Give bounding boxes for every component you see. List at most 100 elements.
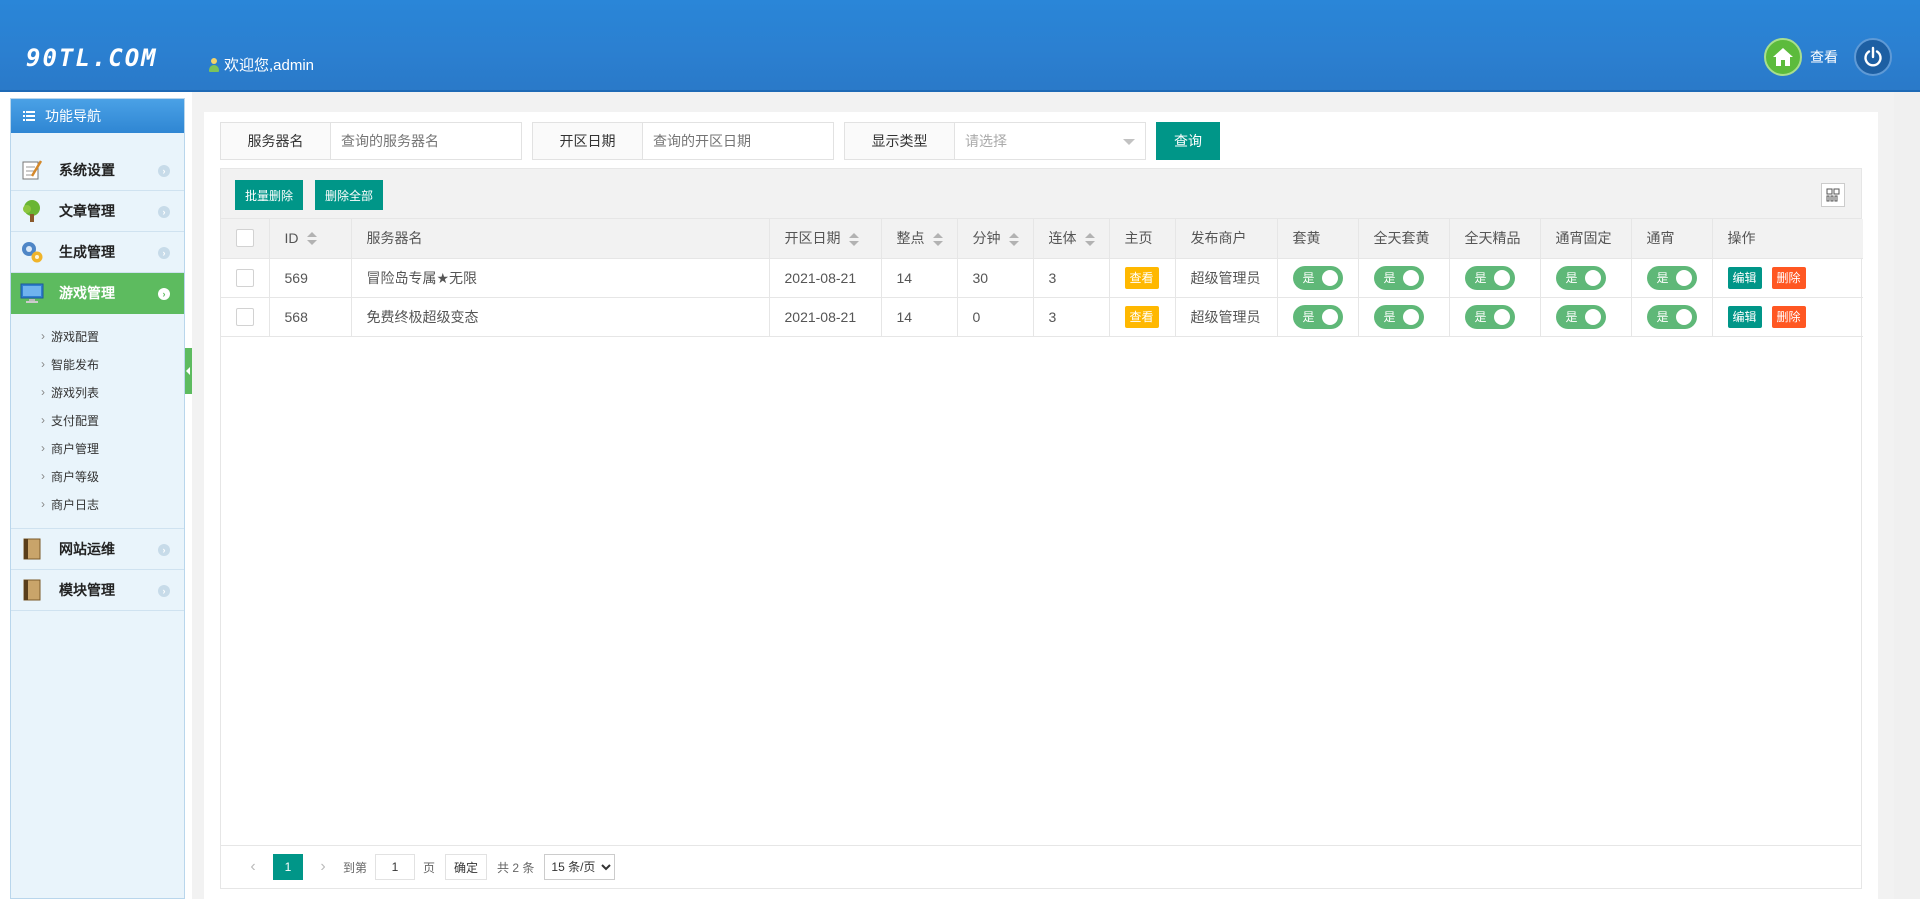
sidebar-item-article-management[interactable]: 文章管理 › [11, 191, 184, 232]
col-merchant: 发布商户 [1175, 219, 1278, 259]
batch-delete-button[interactable]: 批量删除 [235, 180, 304, 210]
col-id[interactable]: ID [269, 219, 352, 259]
display-type-label: 显示类型 [845, 123, 955, 159]
sort-icon[interactable] [932, 232, 943, 247]
goto-page-input[interactable] [375, 854, 416, 880]
col-overnight: 通宵 [1631, 219, 1713, 259]
cell-lianti: 3 [1033, 258, 1110, 298]
goto-label: 到第 [343, 860, 368, 875]
sidebar-item-label: 网站运维 [59, 541, 115, 557]
chevron-right-icon: › [158, 206, 170, 218]
taohuang-switch[interactable]: 是 [1292, 265, 1343, 290]
sidebar-item-label: 游戏管理 [59, 285, 115, 301]
col-allday-taohuang: 全天套黄 [1358, 219, 1450, 259]
cell-server-name: 冒险岛专属★无限 [351, 258, 770, 298]
delete-button[interactable]: 删除 [1771, 305, 1806, 328]
overnight-fixed-switch[interactable]: 是 [1555, 265, 1606, 290]
sidebar-item-label: 生成管理 [59, 244, 115, 260]
sort-icon[interactable] [306, 232, 317, 246]
server-name-input[interactable] [331, 123, 521, 159]
sidebar-item-site-ops[interactable]: 网站运维 › [11, 529, 184, 570]
edit-button[interactable]: 编辑 [1727, 266, 1762, 289]
home-icon [1773, 48, 1793, 66]
col-hour[interactable]: 整点 [881, 219, 958, 259]
table-toolbar: 批量删除 删除全部 [221, 169, 1861, 219]
page-scrollbar[interactable] [1894, 92, 1920, 899]
column-filter-button[interactable] [1821, 183, 1845, 207]
monitor-icon [19, 280, 45, 306]
cell-minute: 30 [957, 258, 1034, 298]
display-type-placeholder: 请选择 [965, 133, 1007, 149]
chevron-down-icon [1123, 139, 1135, 145]
home-button[interactable] [1764, 38, 1802, 76]
pagination: ‹ 1 › 到第 页 确定 共 2 条 15 条/页 [221, 845, 1861, 888]
allday-taohuang-switch[interactable]: 是 [1373, 265, 1424, 290]
cell-lianti: 3 [1033, 297, 1110, 337]
view-homepage-button[interactable]: 查看 [1124, 305, 1159, 328]
display-type-select[interactable]: 请选择 [955, 123, 1145, 159]
goto-confirm-button[interactable]: 确定 [445, 854, 488, 880]
allday-taohuang-switch[interactable]: 是 [1373, 304, 1424, 329]
cell-hour: 14 [881, 297, 958, 337]
book-icon [19, 577, 45, 603]
sidebar-subitem-payment-config[interactable]: 支付配置 [11, 406, 184, 434]
sort-icon[interactable] [1008, 232, 1019, 247]
cell-id: 568 [269, 297, 352, 337]
sidebar-subitem-merchant-management[interactable]: 商户管理 [11, 434, 184, 462]
prev-page-icon[interactable]: ‹ [243, 858, 263, 876]
cell-open-date: 2021-08-21 [769, 297, 882, 337]
top-header: 90TL.COM 欢迎您,admin 查看 [0, 0, 1920, 92]
sidebar-menu: 系统设置 › 文章管理 › 生成管理 › 游戏管理 › 游戏配置 智能发布 [11, 150, 184, 611]
sort-icon[interactable] [848, 232, 859, 247]
cell-server-name: 免费终极超级变态 [351, 297, 770, 337]
tree-icon [19, 198, 45, 224]
sidebar-item-label: 模块管理 [59, 582, 115, 598]
row-checkbox[interactable] [236, 268, 254, 287]
chevron-right-icon: › [158, 165, 170, 177]
sidebar-item-module-management[interactable]: 模块管理 › [11, 570, 184, 611]
content-panel: 服务器名 开区日期 显示类型 请选择 查询 批量删除 删除全部 [204, 112, 1878, 899]
sidebar-subitem-game-config[interactable]: 游戏配置 [11, 322, 184, 350]
col-minute[interactable]: 分钟 [957, 219, 1034, 259]
col-open-date[interactable]: 开区日期 [769, 219, 882, 259]
delete-all-button[interactable]: 删除全部 [315, 180, 384, 210]
allday-premium-switch[interactable]: 是 [1464, 304, 1515, 329]
chevron-right-icon: › [158, 544, 170, 556]
sidebar-subitem-merchant-level[interactable]: 商户等级 [11, 462, 184, 490]
page-size-select[interactable]: 15 条/页 [544, 854, 616, 880]
open-date-input[interactable] [643, 123, 833, 159]
allday-premium-switch[interactable]: 是 [1464, 265, 1515, 290]
row-checkbox[interactable] [236, 307, 254, 326]
delete-button[interactable]: 删除 [1771, 266, 1806, 289]
taohuang-switch[interactable]: 是 [1292, 304, 1343, 329]
overnight-switch[interactable]: 是 [1646, 265, 1697, 290]
overnight-switch[interactable]: 是 [1646, 304, 1697, 329]
query-button[interactable]: 查询 [1156, 122, 1220, 160]
current-page[interactable]: 1 [273, 854, 303, 880]
sidebar-item-generate-management[interactable]: 生成管理 › [11, 232, 184, 273]
logout-button[interactable] [1854, 38, 1892, 76]
sidebar-collapse-toggle[interactable] [185, 348, 192, 394]
sidebar-item-game-management[interactable]: 游戏管理 › [11, 273, 184, 314]
next-page-icon[interactable]: › [313, 858, 333, 876]
col-overnight-fixed: 通宵固定 [1540, 219, 1632, 259]
sidebar-header: 功能导航 [11, 99, 184, 133]
col-lianti[interactable]: 连体 [1033, 219, 1110, 259]
overnight-fixed-switch[interactable]: 是 [1555, 304, 1606, 329]
open-date-group: 开区日期 [532, 122, 834, 160]
header-actions: 查看 [1764, 38, 1892, 76]
edit-button[interactable]: 编辑 [1727, 305, 1762, 328]
view-site-link[interactable]: 查看 [1810, 47, 1838, 67]
welcome-text: 欢迎您,admin [208, 54, 314, 75]
sidebar-subitem-game-list[interactable]: 游戏列表 [11, 378, 184, 406]
sidebar-subitem-smart-publish[interactable]: 智能发布 [11, 350, 184, 378]
data-table-container: 批量删除 删除全部 ID 服务器名 开区日期 整点 分钟 连体 主页 发布商户 … [220, 168, 1863, 889]
sidebar-subitem-merchant-log[interactable]: 商户日志 [11, 490, 184, 518]
grid-icon [1826, 188, 1840, 202]
select-all-checkbox[interactable] [236, 229, 254, 248]
view-homepage-button[interactable]: 查看 [1124, 266, 1159, 289]
sort-icon[interactable] [1084, 232, 1095, 247]
site-logo[interactable]: 90TL.COM [26, 44, 158, 72]
sidebar-item-system-settings[interactable]: 系统设置 › [11, 150, 184, 191]
list-icon [23, 111, 35, 121]
